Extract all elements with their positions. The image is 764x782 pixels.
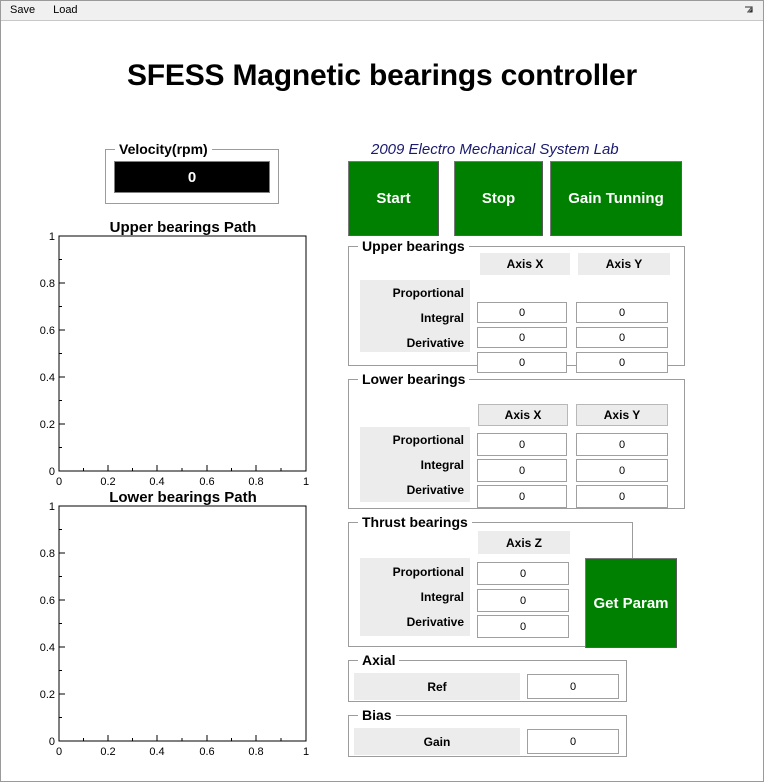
figure-canvas: SFESS Magnetic bearings controller 2009 … [1,21,763,781]
svg-text:0: 0 [56,746,62,758]
get-param-button[interactable]: Get Param [585,558,677,648]
lower-row-label-proportional: Proportional [392,433,464,447]
velocity-panel: Velocity(rpm) 0 [105,141,279,204]
bias-panel-title: Bias [358,707,396,723]
upper-bearings-panel-title: Upper bearings [358,238,469,254]
gain-tunning-button[interactable]: Gain Tunning [550,161,682,236]
svg-text:0.2: 0.2 [40,419,55,431]
menu-bar: Save Load [1,1,763,21]
upper-row-label-derivative: Derivative [406,336,464,350]
axial-ref-label: Ref [354,673,520,700]
lower-col-header-axis-x: Axis X [478,404,568,426]
upper-proportional-y-field[interactable]: 0 [576,302,668,323]
axial-panel-title: Axial [358,652,400,668]
thrust-col-header-axis-z: Axis Z [478,531,570,554]
svg-text:0.6: 0.6 [40,595,55,607]
svg-text:1: 1 [49,501,55,513]
thrust-row-label-integral: Integral [420,590,464,604]
upper-col-header-axis-y: Axis Y [578,253,670,275]
thrust-derivative-z-field[interactable]: 0 [477,615,569,638]
svg-text:0: 0 [49,736,55,748]
lower-integral-x-field[interactable]: 0 [477,459,567,482]
lower-bearings-path-plot[interactable]: 1 0.8 0.6 0.4 0.2 0 0 0.2 0.4 0.6 0.8 1 [31,499,321,764]
dock-arrow-icon[interactable] [743,3,757,17]
svg-text:1: 1 [303,476,309,488]
svg-text:0.4: 0.4 [149,476,164,488]
upper-bearings-path-plot[interactable]: 1 0.8 0.6 0.4 0.2 0 0 0.2 0.4 0.6 0.8 1 [31,229,321,489]
svg-text:0.2: 0.2 [100,476,115,488]
svg-text:0.8: 0.8 [248,746,263,758]
svg-text:0.4: 0.4 [40,642,55,654]
upper-row-label-block: Proportional Integral Derivative [360,280,470,352]
thrust-row-label-proportional: Proportional [392,565,464,579]
svg-text:0.8: 0.8 [248,476,263,488]
svg-text:0.6: 0.6 [199,746,214,758]
svg-text:0.8: 0.8 [40,548,55,560]
thrust-row-label-derivative: Derivative [406,615,464,629]
lower-derivative-x-field[interactable]: 0 [477,485,567,508]
svg-text:0.2: 0.2 [40,689,55,701]
svg-text:0: 0 [56,476,62,488]
lower-proportional-x-field[interactable]: 0 [477,433,567,456]
svg-text:0.8: 0.8 [40,278,55,290]
svg-text:0.6: 0.6 [40,325,55,337]
upper-col-header-axis-x: Axis X [480,253,570,275]
lower-proportional-y-field[interactable]: 0 [576,433,668,456]
svg-text:0.2: 0.2 [100,746,115,758]
svg-text:0.6: 0.6 [199,476,214,488]
page-title: SFESS Magnetic bearings controller [127,59,637,92]
menu-save[interactable]: Save [1,1,44,20]
velocity-display: 0 [114,161,270,193]
lower-integral-y-field[interactable]: 0 [576,459,668,482]
svg-text:0.4: 0.4 [149,746,164,758]
thrust-proportional-z-field[interactable]: 0 [477,562,569,585]
upper-row-label-integral: Integral [420,311,464,325]
svg-text:0: 0 [49,466,55,478]
upper-derivative-x-field[interactable]: 0 [477,352,567,373]
lower-row-label-block: Proportional Integral Derivative [360,427,470,502]
svg-text:1: 1 [303,746,309,758]
bias-gain-label: Gain [354,728,520,755]
thrust-bearings-panel-title: Thrust bearings [358,514,472,530]
lower-row-label-integral: Integral [420,458,464,472]
upper-proportional-x-field[interactable]: 0 [477,302,567,323]
svg-text:1: 1 [49,231,55,243]
lower-col-header-axis-y: Axis Y [576,404,668,426]
stop-button[interactable]: Stop [454,161,543,236]
upper-integral-x-field[interactable]: 0 [477,327,567,348]
application-window: Save Load SFESS Magnetic bearings contro… [0,0,764,782]
lower-bearings-panel-title: Lower bearings [358,371,470,387]
upper-integral-y-field[interactable]: 0 [576,327,668,348]
lower-row-label-derivative: Derivative [406,483,464,497]
menu-load[interactable]: Load [44,1,86,20]
svg-text:0.4: 0.4 [40,372,55,384]
velocity-panel-title: Velocity(rpm) [115,141,212,157]
upper-derivative-y-field[interactable]: 0 [576,352,668,373]
lower-derivative-y-field[interactable]: 0 [576,485,668,508]
upper-row-label-proportional: Proportional [392,286,464,300]
start-button[interactable]: Start [348,161,439,236]
thrust-integral-z-field[interactable]: 0 [477,589,569,612]
thrust-row-label-block: Proportional Integral Derivative [360,558,470,636]
lab-subtitle: 2009 Electro Mechanical System Lab [371,141,619,158]
axial-ref-field[interactable]: 0 [527,674,619,699]
bias-gain-field[interactable]: 0 [527,729,619,754]
